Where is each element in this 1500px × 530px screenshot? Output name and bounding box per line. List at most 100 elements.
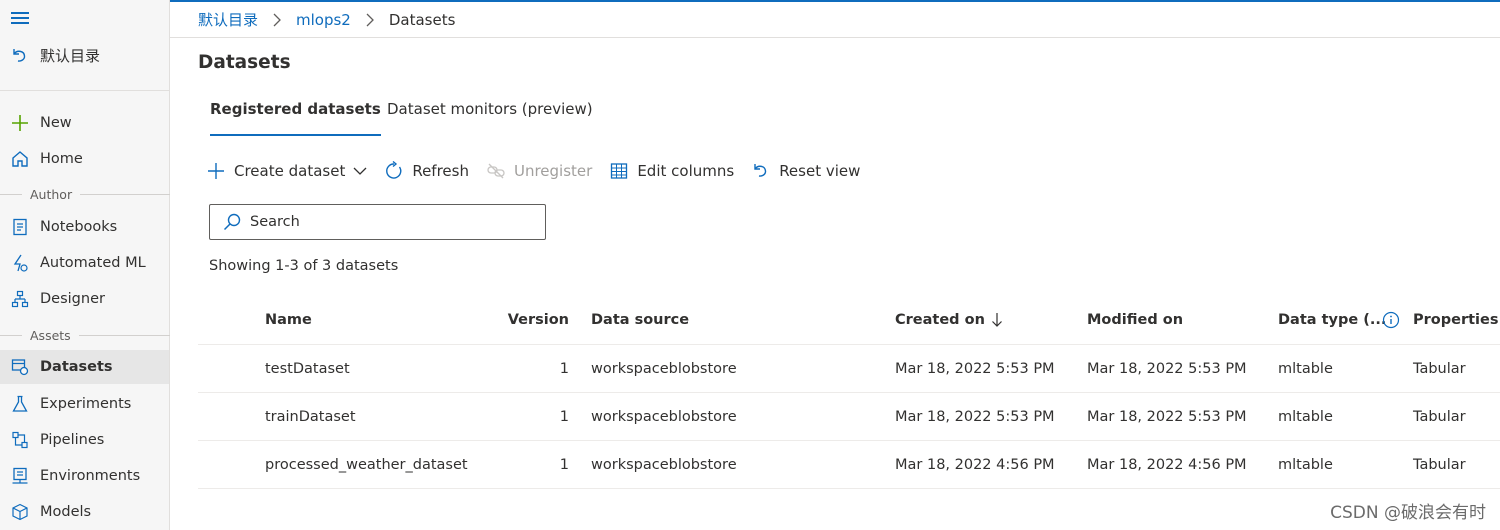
info-icon[interactable]: [1382, 296, 1400, 344]
data-source-link[interactable]: workspaceblobstore: [591, 393, 737, 440]
result-count: Showing 1-3 of 3 datasets: [209, 258, 399, 274]
sidebar-item-label: New: [40, 115, 72, 131]
datasets-icon: [10, 357, 30, 377]
edit-columns-button[interactable]: Edit columns: [609, 161, 734, 181]
created-on: Mar 18, 2022 5:53 PM: [895, 408, 1055, 425]
plus-icon: [10, 113, 30, 133]
data-type: mltable: [1278, 408, 1333, 425]
chevron-right-icon: [272, 13, 282, 27]
pipeline-icon: [10, 430, 30, 450]
command-bar: Create dataset Refresh Unregister Edit c…: [206, 158, 877, 184]
sidebar: 默认目录 New Home Author Notebooks Automated…: [0, 0, 170, 530]
datasets-table: Name Version Data source Created on Modi…: [198, 296, 1500, 489]
sidebar-item-label: Models: [40, 504, 92, 520]
cube-icon: [10, 502, 30, 522]
sidebar-item-label: Automated ML: [40, 255, 146, 271]
sidebar-item-label: Environments: [40, 468, 141, 484]
modified-on: Mar 18, 2022 5:53 PM: [1087, 360, 1247, 377]
column-header-name[interactable]: Name: [265, 296, 312, 344]
reset-view-label: Reset view: [779, 162, 861, 180]
sidebar-section-author: Author: [0, 185, 170, 203]
unlink-icon: [486, 161, 506, 181]
section-label: Author: [30, 186, 73, 202]
column-header-modified-on[interactable]: Modified on: [1087, 296, 1183, 344]
data-source-link[interactable]: workspaceblobstore: [591, 345, 737, 392]
tab-label: Registered datasets: [210, 100, 381, 118]
column-header-label: Created on: [895, 312, 985, 328]
column-header-data-source[interactable]: Data source: [591, 296, 689, 344]
create-dataset-label: Create dataset: [234, 162, 346, 180]
watermark-text: CSDN @破浪会有时: [1330, 503, 1486, 523]
sidebar-item-datasets[interactable]: Datasets: [0, 350, 169, 384]
breadcrumb-directory-link[interactable]: 默认目录: [198, 9, 258, 30]
hamburger-menu-icon[interactable]: [11, 12, 29, 26]
sidebar-item-home[interactable]: Home: [0, 142, 169, 176]
sidebar-item-automated-ml[interactable]: Automated ML: [0, 246, 169, 280]
sidebar-divider: [0, 90, 170, 91]
sidebar-item-notebooks[interactable]: Notebooks: [0, 210, 169, 244]
sidebar-section-assets: Assets: [0, 326, 170, 344]
sidebar-item-new[interactable]: New: [0, 106, 169, 140]
modified-on: Mar 18, 2022 4:56 PM: [1087, 456, 1247, 473]
breadcrumb-workspace-link[interactable]: mlops2: [296, 11, 351, 29]
chevron-down-icon: [353, 166, 367, 176]
table-row[interactable]: trainDataset 1 workspaceblobstore Mar 18…: [198, 393, 1500, 441]
table-row[interactable]: testDataset 1 workspaceblobstore Mar 18,…: [198, 345, 1500, 393]
data-type: mltable: [1278, 360, 1333, 377]
sidebar-item-models[interactable]: Models: [0, 495, 169, 529]
column-header-data-type[interactable]: Data type (...: [1278, 296, 1386, 344]
table-columns-icon: [609, 161, 629, 181]
refresh-button[interactable]: Refresh: [384, 161, 469, 181]
sidebar-item-designer[interactable]: Designer: [0, 282, 169, 316]
column-header-created-on[interactable]: Created on: [895, 296, 1003, 344]
sidebar-item-label: Pipelines: [40, 432, 105, 448]
plus-icon: [206, 161, 226, 181]
breadcrumb: 默认目录 mlops2 Datasets: [170, 0, 1500, 38]
refresh-label: Refresh: [412, 162, 469, 180]
created-on: Mar 18, 2022 4:56 PM: [895, 456, 1055, 473]
flask-icon: [10, 394, 30, 414]
search-icon: [222, 212, 242, 232]
create-dataset-button[interactable]: Create dataset: [206, 161, 367, 181]
data-source-link[interactable]: workspaceblobstore: [591, 441, 737, 488]
sidebar-item-experiments[interactable]: Experiments: [0, 387, 169, 421]
table-row[interactable]: processed_weather_dataset 1 workspaceblo…: [198, 441, 1500, 489]
back-label: 默认目录: [40, 46, 101, 65]
sidebar-item-label: Datasets: [40, 359, 113, 375]
tab-registered-datasets[interactable]: Registered datasets: [210, 100, 381, 136]
search-box[interactable]: [209, 204, 546, 240]
notebook-icon: [10, 217, 30, 237]
modified-on: Mar 18, 2022 5:53 PM: [1087, 408, 1247, 425]
chevron-right-icon: [365, 13, 375, 27]
sort-down-arrow-icon: [991, 312, 1003, 328]
tab-dataset-monitors[interactable]: Dataset monitors (preview): [387, 100, 593, 136]
sidebar-item-label: Home: [40, 151, 83, 167]
dataset-version: 1: [559, 408, 569, 425]
dataset-name-link[interactable]: processed_weather_dataset: [265, 441, 468, 488]
search-input[interactable]: [250, 214, 530, 230]
dataset-version: 1: [559, 360, 569, 377]
table-header-row: Name Version Data source Created on Modi…: [198, 296, 1500, 345]
properties: Tabular: [1413, 456, 1466, 473]
dataset-name-link[interactable]: testDataset: [265, 345, 350, 392]
designer-icon: [10, 289, 30, 309]
page-title: Datasets: [198, 52, 291, 73]
column-header-properties[interactable]: Properties: [1413, 296, 1498, 344]
environment-icon: [10, 466, 30, 486]
back-to-directory-link[interactable]: 默认目录: [10, 44, 100, 66]
sidebar-item-label: Notebooks: [40, 219, 118, 235]
refresh-icon: [384, 161, 404, 181]
column-header-version[interactable]: Version: [488, 296, 569, 344]
dataset-name-link[interactable]: trainDataset: [265, 393, 356, 440]
properties: Tabular: [1413, 360, 1466, 377]
breadcrumb-current: Datasets: [388, 10, 456, 29]
sidebar-item-pipelines[interactable]: Pipelines: [0, 423, 169, 457]
tab-label: Dataset monitors (preview): [387, 100, 593, 118]
back-arrow-icon: [13, 49, 26, 62]
home-icon: [10, 149, 30, 169]
sidebar-item-environments[interactable]: Environments: [0, 459, 169, 493]
unregister-button[interactable]: Unregister: [486, 161, 592, 181]
properties: Tabular: [1413, 408, 1466, 425]
reset-view-button[interactable]: Reset view: [751, 161, 860, 181]
reset-icon: [751, 161, 771, 181]
